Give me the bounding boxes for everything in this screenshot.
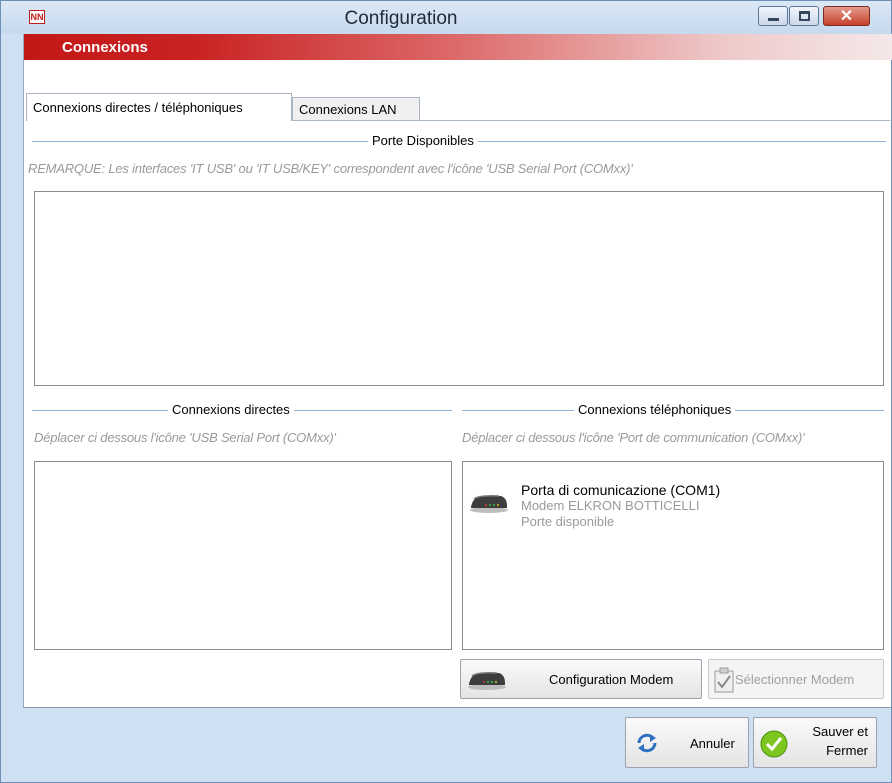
tab-direct-phone[interactable]: Connexions directes / téléphoniques (26, 93, 292, 121)
phone-connections-group-title: Connexions téléphoniques (462, 402, 884, 418)
available-ports-group-title: Porte Disponibles (32, 133, 886, 149)
refresh-icon (637, 733, 657, 753)
clipboard-check-icon (714, 667, 734, 693)
select-modem-label: Sélectionner Modem (735, 672, 855, 687)
save-close-label-line2: Fermer (826, 743, 868, 758)
direct-connections-title: Connexions directes (168, 402, 294, 417)
direct-connections-list[interactable] (34, 461, 452, 650)
section-header-title: Connexions (62, 39, 148, 56)
cancel-label: Annuler (690, 736, 735, 751)
save-close-label-line1: Sauver et (812, 724, 868, 739)
phone-connections-title: Connexions téléphoniques (574, 402, 736, 417)
maximize-button[interactable] (789, 6, 819, 26)
client-area: Connexions Connexions directes / télépho… (23, 34, 892, 778)
port-name: Porta di comunicazione (COM1) (521, 482, 721, 498)
available-ports-note: REMARQUE: Les interfaces 'IT USB' ou 'IT… (28, 161, 633, 176)
available-ports-list[interactable] (34, 191, 884, 386)
phone-connections-list[interactable]: Porta di comunicazione (COM1) Modem ELKR… (462, 461, 884, 650)
close-button[interactable]: ✕ (823, 6, 870, 26)
port-status: Porte disponible (521, 514, 615, 529)
checkmark-icon (760, 730, 788, 758)
select-modem-button[interactable]: Sélectionner Modem (708, 659, 884, 699)
window-title: Configuration (344, 8, 458, 29)
configuration-window: NN Configuration ✕ Connexions Connexions… (0, 0, 892, 783)
modem-icon (470, 495, 508, 513)
direct-connections-hint: Déplacer ci dessous l'icône 'USB Serial … (34, 430, 336, 445)
available-ports-title: Porte Disponibles (368, 133, 478, 148)
configure-modem-label: Configuration Modem (549, 672, 674, 687)
cancel-button[interactable]: Annuler (625, 717, 749, 768)
tab-lan[interactable]: Connexions LAN (292, 97, 420, 121)
dialog-footer: Annuler Sauver et Fermer (23, 707, 891, 778)
direct-connections-group-title: Connexions directes (32, 402, 452, 418)
save-close-button[interactable]: Sauver et Fermer (753, 717, 877, 768)
modem-icon (468, 672, 506, 690)
minimize-button[interactable] (758, 6, 788, 26)
close-icon: ✕ (839, 8, 854, 25)
minimize-icon (768, 18, 779, 21)
tab-panel: Porte Disponibles REMARQUE: Les interfac… (26, 120, 890, 740)
port-modem: Modem ELKRON BOTTICELLI (521, 498, 700, 513)
phone-connections-hint: Déplacer ci dessous l'icône 'Port de com… (462, 430, 805, 445)
list-item[interactable]: Porta di comunicazione (COM1) Modem ELKR… (469, 482, 869, 542)
title-bar[interactable]: NN Configuration ✕ (1, 1, 891, 34)
maximize-icon (799, 11, 810, 21)
configure-modem-button[interactable]: Configuration Modem (460, 659, 702, 699)
section-header: Connexions (24, 34, 892, 60)
